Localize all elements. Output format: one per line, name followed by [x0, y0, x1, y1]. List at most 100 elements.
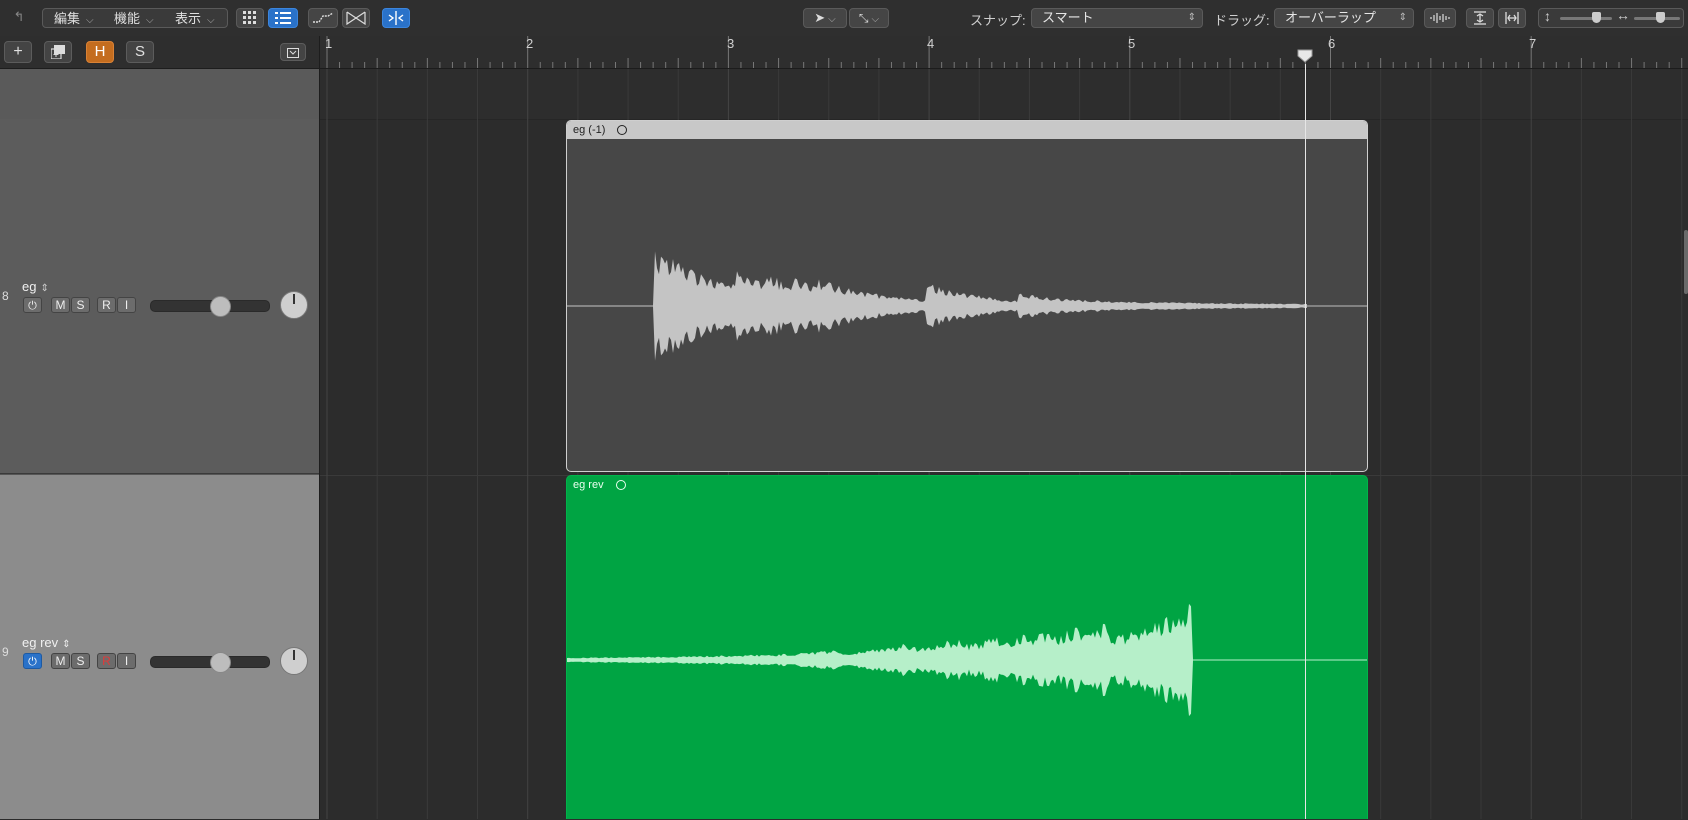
track-input-button[interactable]: I — [117, 653, 136, 669]
back-icon[interactable]: ↰ — [6, 8, 32, 28]
track-record-button[interactable]: R — [97, 297, 116, 313]
volume-fader-knob[interactable] — [210, 652, 231, 673]
menu-functions-label: 機能 — [114, 11, 141, 26]
catch-button[interactable] — [382, 8, 410, 28]
playhead-line — [1305, 64, 1306, 819]
vertical-zoom-slider[interactable] — [1560, 12, 1612, 23]
track-name[interactable]: eg ⇕ — [22, 279, 49, 294]
loop-icon — [615, 480, 626, 491]
global-solo-label: S — [134, 43, 145, 60]
snap-label: スナップ: — [970, 13, 1026, 28]
track-header-eg[interactable]: 8 eg ⇕ ⏻ M S R I — [0, 119, 319, 474]
catch-icon — [388, 11, 404, 25]
track-mute-button[interactable]: M — [51, 653, 70, 669]
mute-label: M — [55, 654, 66, 668]
track-solo-button[interactable]: S — [71, 653, 90, 669]
horizontal-zoom-slider[interactable] — [1634, 12, 1680, 23]
solo-label: S — [76, 654, 85, 668]
audio-region-eg-rev[interactable]: eg rev — [566, 475, 1368, 819]
vertical-scrollbar[interactable] — [1684, 230, 1688, 294]
flex-button[interactable] — [342, 8, 370, 28]
bar-number-7: 7 — [1529, 36, 1537, 51]
grid-view-button[interactable] — [236, 8, 264, 28]
pointer-tool-button[interactable]: ➤ ⌵ — [803, 8, 847, 28]
track-name[interactable]: eg rev ⇕ — [22, 635, 71, 650]
record-label: R — [102, 298, 111, 312]
volume-fader-knob[interactable] — [210, 296, 231, 317]
track-name-label: eg rev — [22, 635, 59, 650]
input-label: I — [124, 654, 129, 668]
snap-value: スマート — [1042, 10, 1094, 25]
vertical-fit-button[interactable] — [1466, 8, 1494, 28]
menu-view[interactable]: 表示 ⌵ — [175, 8, 215, 27]
horizontal-fit-button[interactable] — [1498, 8, 1526, 28]
vertical-fit-icon — [1474, 11, 1486, 25]
list-view-button[interactable] — [268, 8, 298, 28]
bar-number-3: 3 — [727, 36, 735, 51]
menu-functions[interactable]: 機能 ⌵ — [114, 8, 154, 27]
grid-icon — [243, 11, 256, 24]
automation-icon — [313, 12, 334, 23]
empty-track-header — [0, 69, 319, 120]
volume-fader[interactable] — [150, 652, 270, 673]
vertical-zoom-thumb[interactable] — [1592, 12, 1601, 23]
hide-button[interactable]: H — [86, 41, 114, 63]
fade-tool-icon: ⤡ — [858, 11, 869, 25]
playhead-handle[interactable] — [1297, 49, 1313, 63]
track-record-button[interactable]: R — [97, 653, 116, 669]
drag-value: オーバーラップ — [1285, 10, 1376, 25]
audio-region-eg[interactable]: eg (-1) — [566, 120, 1368, 472]
bar-number-6: 6 — [1328, 36, 1336, 51]
snap-select[interactable]: スマート ⇕ — [1031, 8, 1203, 28]
toolbar: ↰ 編集 ⌵ 機能 ⌵ 表示 ⌵ ➤ ⌵ ⤡ ⌵ スナップ: スマート ⇕ ドラッグ: オー… — [0, 0, 1688, 37]
add-track-button[interactable]: + — [4, 41, 32, 63]
pointer-icon: ➤ — [814, 10, 826, 25]
track-power-button[interactable]: ⏻ — [23, 297, 42, 313]
chevron-down-icon: ⌵ — [146, 15, 154, 26]
track-name-label: eg — [22, 279, 37, 294]
automation-button[interactable] — [308, 8, 338, 28]
updown-icon: ⇕ — [1187, 12, 1196, 23]
region-title-bar[interactable]: eg rev — [567, 476, 1367, 494]
secondary-tool-button[interactable]: ⤡ ⌵ — [849, 8, 889, 28]
region-name: eg (-1) — [573, 124, 606, 136]
bar-ruler[interactable]: 1 2 3 4 5 6 7 — [320, 36, 1688, 69]
track-number: 9 — [2, 645, 9, 659]
pan-knob[interactable] — [280, 647, 308, 675]
waveform-eg — [567, 251, 1367, 361]
flex-icon — [346, 11, 366, 26]
waveform-icon — [1430, 13, 1450, 23]
chevron-down-icon: ⌵ — [828, 14, 836, 25]
horizontal-fit-icon — [1505, 12, 1519, 24]
region-title-bar[interactable]: eg (-1) — [567, 121, 1367, 139]
solo-label: S — [76, 298, 85, 312]
new-track-duplicate-button[interactable] — [44, 41, 72, 63]
chevron-down-icon: ⌵ — [86, 15, 94, 26]
updown-icon: ⇕ — [40, 283, 49, 294]
collapse-icon — [287, 48, 299, 58]
mute-label: M — [55, 298, 66, 312]
track-solo-button[interactable]: S — [71, 297, 90, 313]
pan-knob[interactable] — [280, 291, 308, 319]
track-options-button[interactable] — [280, 43, 306, 61]
drag-select[interactable]: オーバーラップ ⇕ — [1274, 8, 1414, 28]
drag-label: ドラッグ: — [1214, 13, 1270, 28]
volume-fader[interactable] — [150, 296, 270, 317]
track-header-eg-rev[interactable]: 9 eg rev ⇕ ⏻ M S R I — [0, 475, 319, 819]
chevron-down-icon: ⌵ — [207, 15, 215, 26]
loop-icon — [617, 125, 628, 136]
waveform-zoom-button[interactable] — [1424, 8, 1456, 28]
chevron-down-icon: ⌵ — [871, 14, 880, 25]
track-mute-button[interactable]: M — [51, 297, 70, 313]
bar-number-5: 5 — [1128, 36, 1136, 51]
track-power-button[interactable]: ⏻ — [23, 653, 42, 669]
horizontal-zoom-thumb[interactable] — [1656, 12, 1665, 23]
bar-number-4: 4 — [927, 36, 935, 51]
track-input-button[interactable]: I — [117, 297, 136, 313]
updown-icon: ⇕ — [1398, 12, 1407, 23]
menu-edit[interactable]: 編集 ⌵ — [54, 8, 94, 27]
vertical-zoom-icon: ↕ — [1544, 8, 1551, 24]
bar-number-1: 1 — [325, 36, 333, 51]
global-solo-button[interactable]: S — [126, 41, 154, 63]
bar-number-2: 2 — [526, 36, 534, 51]
